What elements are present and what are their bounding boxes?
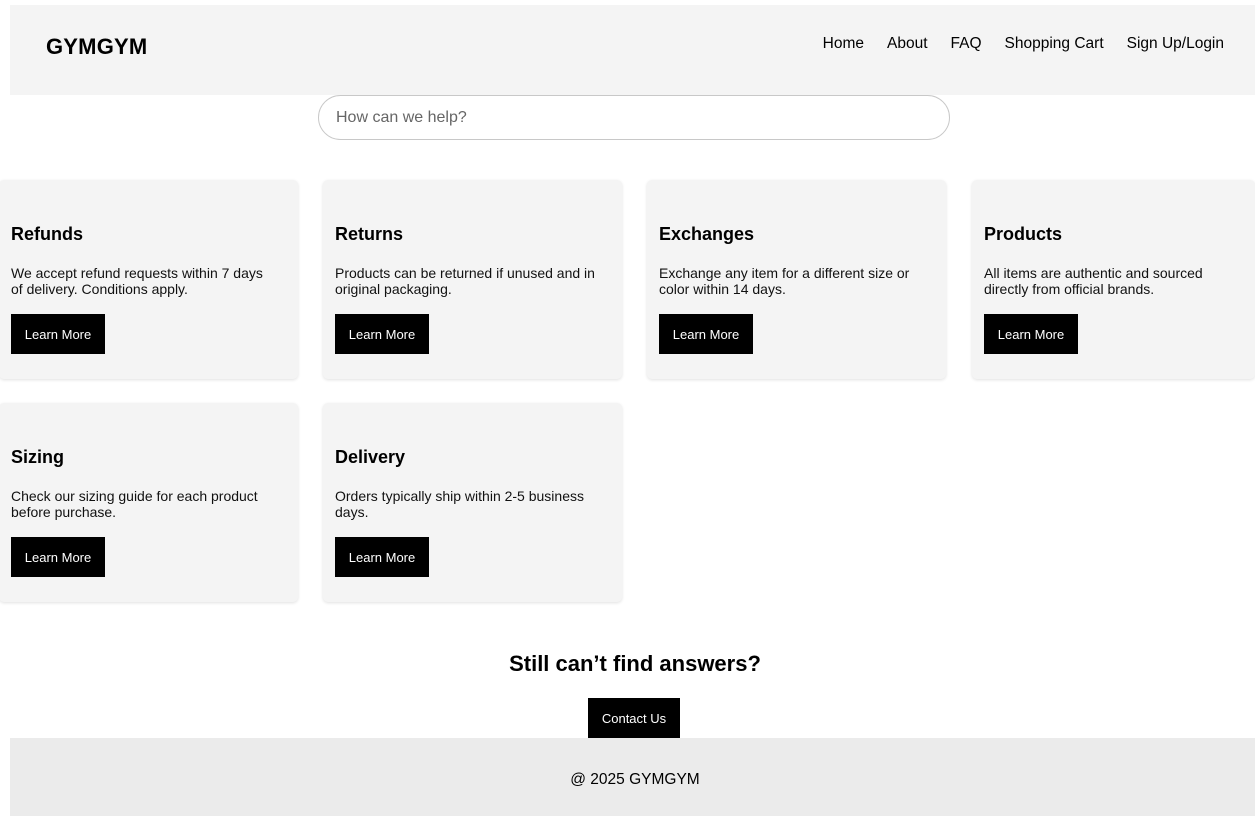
learn-more-button[interactable]: Learn More xyxy=(11,314,105,354)
card-description: Orders typically ship within 2-5 busines… xyxy=(335,488,584,520)
faq-card-refunds: Refunds We accept refund requests within… xyxy=(0,180,298,379)
card-description: Check our sizing guide for each product … xyxy=(11,488,258,520)
card-title: Products xyxy=(984,224,1063,244)
learn-more-button[interactable]: Learn More xyxy=(11,537,105,577)
contact-us-button[interactable]: Contact Us xyxy=(588,698,680,739)
learn-more-button[interactable]: Learn More xyxy=(335,314,429,354)
card-title: Exchanges xyxy=(659,224,755,244)
card-title: Returns xyxy=(335,224,404,244)
faq-card-returns: Returns Products can be returned if unus… xyxy=(323,180,622,379)
nav-sign-up-login[interactable]: Sign Up/Login xyxy=(1127,35,1224,53)
faq-card-exchanges: Exchanges Exchange any item for a differ… xyxy=(647,180,946,379)
header: GYMGYM Home About FAQ Shopping Cart Sign… xyxy=(10,5,1255,95)
card-description: Products can be returned if unused and i… xyxy=(335,265,595,297)
card-description: Exchange any item for a different size o… xyxy=(659,265,910,297)
nav-home[interactable]: Home xyxy=(823,35,864,53)
nav-faq[interactable]: FAQ xyxy=(951,35,982,53)
nav-about[interactable]: About xyxy=(887,35,928,53)
nav-shopping-cart[interactable]: Shopping Cart xyxy=(1005,35,1104,53)
learn-more-button[interactable]: Learn More xyxy=(659,314,753,354)
faq-card-delivery: Delivery Orders typically ship within 2-… xyxy=(323,403,622,602)
page: GYMGYM Home About FAQ Shopping Cart Sign… xyxy=(0,0,1255,816)
card-description: All items are authentic and sourced dire… xyxy=(984,265,1203,297)
copyright-text: @ 2025 GYMGYM xyxy=(570,771,700,788)
card-title: Refunds xyxy=(11,224,83,244)
logo[interactable]: GYMGYM xyxy=(46,34,147,60)
faq-card-sizing: Sizing Check our sizing guide for each p… xyxy=(0,403,298,602)
main-nav: Home About FAQ Shopping Cart Sign Up/Log… xyxy=(823,35,1224,53)
card-description: We accept refund requests within 7 days … xyxy=(11,265,263,297)
faq-card-products: Products All items are authentic and sou… xyxy=(972,180,1255,379)
card-title: Sizing xyxy=(11,447,64,467)
learn-more-button[interactable]: Learn More xyxy=(335,537,429,577)
learn-more-button[interactable]: Learn More xyxy=(984,314,1078,354)
footer: @ 2025 GYMGYM xyxy=(10,738,1255,816)
cta-heading: Still can’t find answers? xyxy=(509,651,761,676)
search-input[interactable] xyxy=(318,95,950,140)
card-title: Delivery xyxy=(335,447,406,467)
